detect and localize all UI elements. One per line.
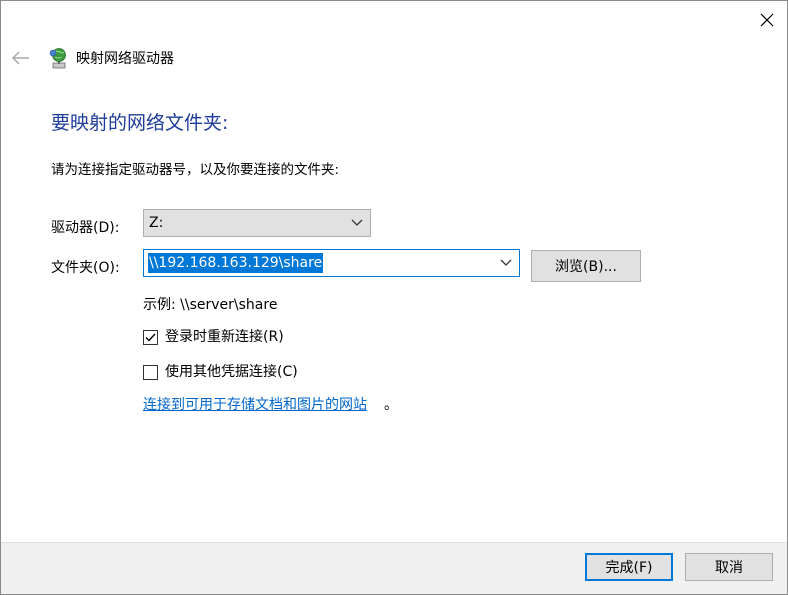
map-network-drive-dialog: 映射网络驱动器 要映射的网络文件夹: 请为连接指定驱动器号，以及你要连接的文件夹…: [0, 0, 788, 595]
other-credentials-checkbox[interactable]: [143, 364, 158, 380]
folder-label: 文件夹(O):: [51, 260, 120, 276]
back-button[interactable]: [8, 45, 34, 71]
network-drive-icon: [49, 48, 66, 69]
document-storage-website-link[interactable]: 连接到可用于存储文档和图片的网站: [143, 396, 367, 414]
cancel-button[interactable]: 取消: [685, 553, 773, 581]
back-arrow-icon: [12, 51, 29, 65]
checkmark-icon: [145, 333, 156, 342]
close-button[interactable]: [749, 2, 785, 38]
other-credentials-checkbox-row[interactable]: 使用其他凭据连接(C): [143, 363, 298, 381]
reconnect-checkbox[interactable]: [143, 329, 158, 345]
folder-path-value: \\192.168.163.129\share: [148, 253, 324, 273]
drive-letter-dropdown[interactable]: Z:: [143, 209, 371, 237]
browse-button[interactable]: 浏览(B)...: [531, 250, 641, 282]
drive-label: 驱动器(D):: [51, 220, 120, 236]
link-period: 。: [384, 397, 398, 413]
folder-path-input[interactable]: \\192.168.163.129\share: [143, 249, 520, 277]
chevron-down-icon: [351, 219, 363, 226]
finish-button[interactable]: 完成(F): [585, 553, 673, 581]
reconnect-checkbox-row[interactable]: 登录时重新连接(R): [143, 328, 284, 346]
example-text: 示例: \\server\share: [143, 297, 278, 313]
wizard-title: 映射网络驱动器: [76, 51, 174, 67]
close-icon: [760, 13, 774, 27]
instruction-text: 请为连接指定驱动器号，以及你要连接的文件夹:: [51, 162, 340, 178]
chevron-down-icon[interactable]: [500, 258, 512, 268]
reconnect-label: 登录时重新连接(R): [165, 329, 284, 345]
drive-letter-value: Z:: [149, 215, 164, 231]
page-heading: 要映射的网络文件夹:: [51, 112, 229, 134]
other-credentials-label: 使用其他凭据连接(C): [165, 364, 298, 380]
